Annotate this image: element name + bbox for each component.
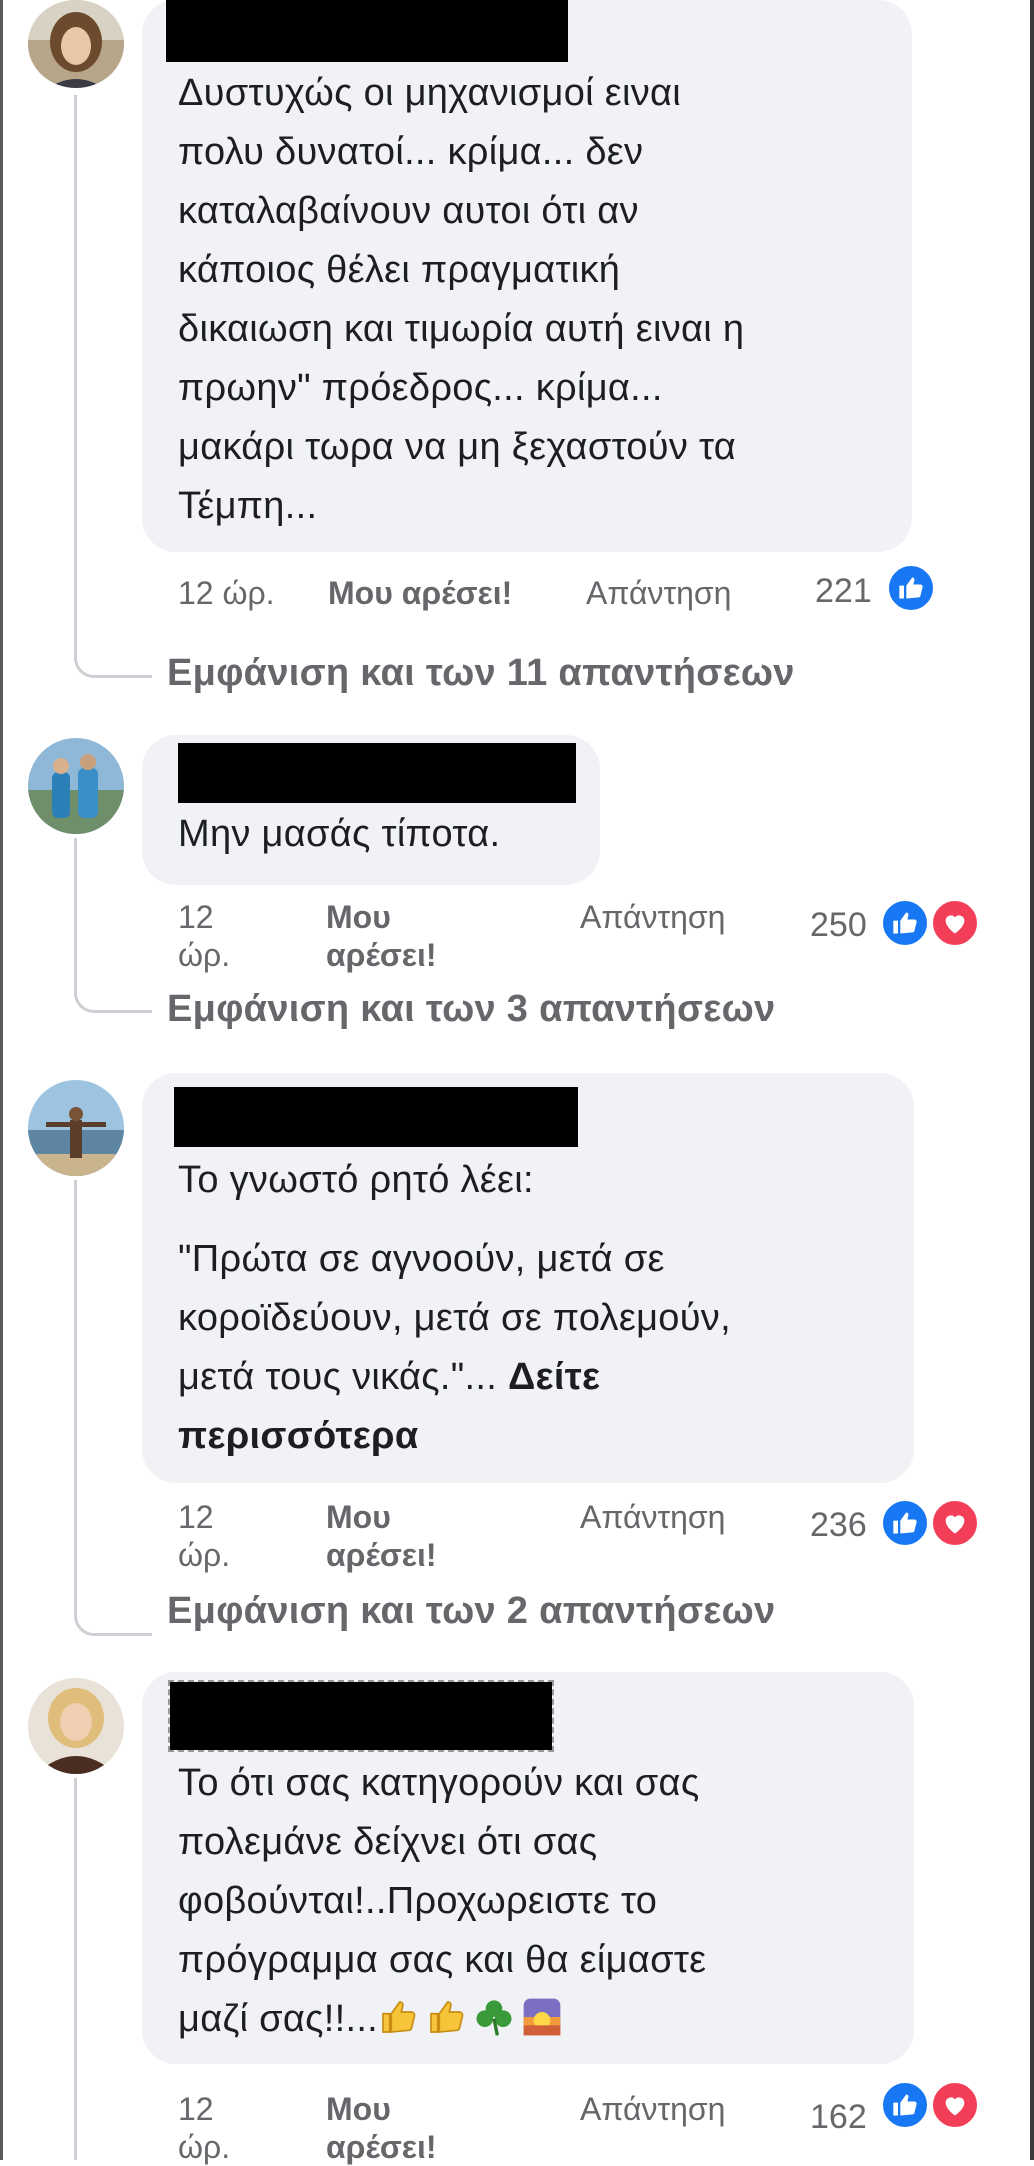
shamrock-emoji [474, 1996, 514, 2036]
thread-line [74, 1778, 77, 2160]
see-more-link[interactable]: Δείτε [508, 1356, 600, 1398]
timestamp[interactable]: 12 ώρ. [178, 2090, 230, 2166]
comment-text: Το γνωστό ρητό λέει: "Πρώτα σε αγνοούν, … [178, 1151, 886, 1466]
thread-elbow [74, 650, 152, 678]
view-replies-link[interactable]: Εμφάνιση και των 2 απαντήσεων [167, 1590, 775, 1633]
comment-text: Μην μασάς τίποτα. [178, 805, 572, 864]
comment-line: πρωην" πρόεδρος... κρίμα... [178, 367, 663, 409]
redacted-author-name [174, 1087, 578, 1147]
redacted-author-name [168, 1680, 554, 1752]
love-icon [930, 1498, 980, 1548]
like-label-line: Μου [326, 1499, 391, 1535]
like-button[interactable]: Μου αρέσει! [326, 1498, 437, 1574]
reaction-count[interactable]: 162 [810, 2098, 867, 2137]
reaction-count[interactable]: 236 [810, 1506, 867, 1545]
reply-button[interactable]: Απάντηση [580, 2090, 725, 2128]
like-label-line: Μου [326, 899, 391, 935]
timestamp-line: 12 [178, 2091, 214, 2127]
comment-line: μετά τους νικάς."... Δείτε [178, 1348, 886, 1407]
comment-text: Δυστυχώς οι μηχανισμοί ειναι πολυ δυνατο… [178, 64, 884, 536]
comment-line: Δυστυχώς οι μηχανισμοί ειναι [178, 72, 682, 114]
like-label-line: Μου [326, 2091, 391, 2127]
reply-button[interactable]: Απάντηση [580, 898, 725, 936]
thread-elbow [74, 1608, 152, 1636]
view-replies-link[interactable]: Εμφάνιση και των 11 απαντήσεων [167, 652, 795, 695]
timestamp[interactable]: 12 ώρ. [178, 898, 230, 974]
avatar[interactable] [28, 1080, 124, 1176]
comment-line: Μην μασάς τίποτα. [178, 813, 501, 855]
like-label-line: αρέσει! [326, 1537, 437, 1573]
thumbs-up-emoji [426, 1996, 466, 2036]
timestamp-line: 12 [178, 899, 214, 935]
like-button[interactable]: Μου αρέσει! [328, 574, 512, 612]
avatar[interactable] [28, 1678, 124, 1774]
like-icon [880, 2080, 930, 2130]
comment-line: Τέμπη... [178, 485, 318, 527]
comment-fragment: μαζί σας!!... [178, 1998, 379, 2040]
comment-line: Το ότι σας κατηγορούν και σας [178, 1762, 700, 1804]
comment-line: "Πρώτα σε αγνοούν, μετά σε [178, 1238, 665, 1280]
paragraph-spacer [178, 1210, 886, 1230]
comment-fragment: μετά τους νικάς."... [178, 1356, 498, 1398]
redacted-author-name [178, 743, 576, 803]
avatar[interactable] [28, 0, 124, 88]
like-label-line: αρέσει! [326, 2129, 437, 2165]
comment-line: καταλαβαίνουν αυτοι ότι αν [178, 190, 639, 232]
comment-line: μακάρι τωρα να μη ξεχαστούν τα [178, 426, 737, 468]
view-replies-link[interactable]: Εμφάνιση και των 3 απαντήσεων [167, 988, 775, 1031]
see-more-link[interactable]: περισσότερα [178, 1407, 886, 1466]
timestamp-line: 12 [178, 1499, 214, 1535]
comment-line: πολυ δυνατοί... κρίμα... δεν [178, 131, 644, 173]
sunrise-emoji [522, 1996, 562, 2036]
comment-line: μαζί σας!!... [178, 1990, 886, 2049]
comment-bubble: Το γνωστό ρητό λέει: "Πρώτα σε αγνοούν, … [142, 1073, 914, 1483]
timestamp-line: ώρ. [178, 2129, 231, 2165]
like-label-line: αρέσει! [326, 937, 437, 973]
comment-text: Το ότι σας κατηγορούν και σας πολεμάνε δ… [178, 1754, 886, 2049]
like-button[interactable]: Μου αρέσει! [326, 898, 437, 974]
timestamp[interactable]: 12 ώρ. [178, 1498, 230, 1574]
comment-line: κάποιος θέλει πραγματική [178, 249, 621, 291]
window-left-edge [0, 0, 3, 2160]
comment-bubble: Το ότι σας κατηγορούν και σας πολεμάνε δ… [142, 1672, 914, 2064]
thumbs-up-emoji [378, 1996, 418, 2036]
like-icon [880, 898, 930, 948]
redacted-author-name [166, 0, 568, 62]
comment-line: φοβούνται!..Προχωρειστε το [178, 1880, 658, 1922]
scrollbar[interactable] [1030, 0, 1034, 2160]
comment-line: κοροϊδεύουν, μετά σε πολεμούν, [178, 1297, 731, 1339]
comment-intro: Το γνωστό ρητό λέει: [178, 1159, 534, 1201]
thread-elbow [74, 985, 152, 1013]
timestamp-line: ώρ. [178, 1537, 231, 1573]
comment-line: δικαιωση και τιμωρία αυτή ειναι η [178, 308, 745, 350]
thread-line [74, 838, 77, 985]
avatar[interactable] [28, 738, 124, 834]
like-icon [880, 1498, 930, 1548]
comment-bubble: Μην μασάς τίποτα. [142, 735, 600, 885]
thread-line [74, 95, 77, 650]
reaction-count[interactable]: 250 [810, 906, 867, 945]
reply-button[interactable]: Απάντηση [580, 1498, 725, 1536]
comment-bubble: Δυστυχώς οι μηχανισμοί ειναι πολυ δυνατο… [142, 0, 912, 552]
reaction-count[interactable]: 221 [815, 572, 872, 611]
reply-button[interactable]: Απάντηση [586, 574, 731, 612]
love-icon [930, 2080, 980, 2130]
comment-line: πρόγραμμα σας και θα είμαστε [178, 1939, 707, 1981]
timestamp-line: ώρ. [178, 937, 231, 973]
thread-line [74, 1180, 77, 1608]
like-icon [886, 563, 936, 613]
like-button[interactable]: Μου αρέσει! [326, 2090, 437, 2166]
timestamp[interactable]: 12 ώρ. [178, 574, 275, 612]
love-icon [930, 898, 980, 948]
comment-line: πολεμάνε δείχνει ότι σας [178, 1821, 598, 1863]
